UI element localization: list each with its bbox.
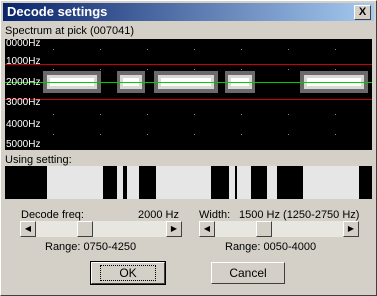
freq-label-5000: 5000Hz bbox=[6, 139, 41, 150]
spectrum-display: 0000Hz 1000Hz 2000Hz 3000Hz 4000Hz 5000H… bbox=[5, 39, 372, 150]
width-right-arrow-icon[interactable]: ▶ bbox=[343, 221, 359, 237]
upper-bound-line bbox=[5, 64, 372, 65]
ok-button[interactable]: OK bbox=[90, 261, 166, 285]
decode-range-label: Range: 0750-4250 bbox=[45, 241, 137, 253]
setting-mark bbox=[156, 166, 211, 199]
setting-mark bbox=[229, 166, 235, 199]
setting-mark bbox=[303, 166, 359, 199]
freq-label-4000: 4000Hz bbox=[6, 119, 41, 130]
decode-right-arrow-icon[interactable]: ▶ bbox=[166, 221, 182, 237]
setting-mark bbox=[127, 166, 139, 199]
decode-slider-thumb[interactable] bbox=[77, 221, 93, 237]
decode-left-arrow-icon[interactable]: ◀ bbox=[20, 221, 36, 237]
freq-label-0: 0000Hz bbox=[6, 39, 41, 49]
width-value: 1500 Hz (1250-2750 Hz) bbox=[239, 209, 360, 221]
width-slider-thumb[interactable] bbox=[256, 221, 272, 237]
title-bar[interactable]: Decode settings X bbox=[3, 3, 374, 21]
setting-mark bbox=[117, 166, 123, 199]
decode-freq-label: Decode freq: bbox=[21, 209, 84, 221]
spectrum-graphic bbox=[5, 49, 372, 135]
decode-freq-value: 2000 Hz bbox=[138, 209, 179, 221]
window-title: Decode settings bbox=[7, 4, 108, 19]
setting-preview bbox=[5, 166, 372, 199]
cancel-button-label: Cancel bbox=[229, 266, 267, 280]
freq-label-3000: 3000Hz bbox=[6, 97, 41, 108]
setting-mark bbox=[47, 166, 103, 199]
center-freq-line bbox=[5, 82, 372, 83]
close-icon: X bbox=[358, 6, 367, 18]
decode-settings-dialog: Decode settings X Spectrum at pick (0070… bbox=[0, 0, 377, 296]
close-button[interactable]: X bbox=[354, 5, 371, 20]
width-label: Width: bbox=[199, 209, 231, 221]
freq-label-1000: 1000Hz bbox=[6, 56, 41, 67]
lower-bound-line bbox=[5, 99, 372, 100]
cancel-button[interactable]: Cancel bbox=[211, 262, 285, 284]
setting-label: Using setting: bbox=[5, 154, 72, 166]
spectrum-label: Spectrum at pick (007041) bbox=[5, 25, 135, 37]
setting-mark bbox=[237, 166, 251, 199]
ok-button-label: OK bbox=[100, 265, 156, 281]
decode-freq-slider[interactable]: ◀ ▶ bbox=[20, 221, 182, 237]
setting-mark bbox=[267, 166, 277, 199]
width-left-arrow-icon[interactable]: ◀ bbox=[199, 221, 215, 237]
freq-label-2000: 2000Hz bbox=[6, 77, 41, 88]
width-slider[interactable]: ◀ ▶ bbox=[199, 221, 359, 237]
width-range-label: Range: 0050-4000 bbox=[225, 241, 317, 253]
